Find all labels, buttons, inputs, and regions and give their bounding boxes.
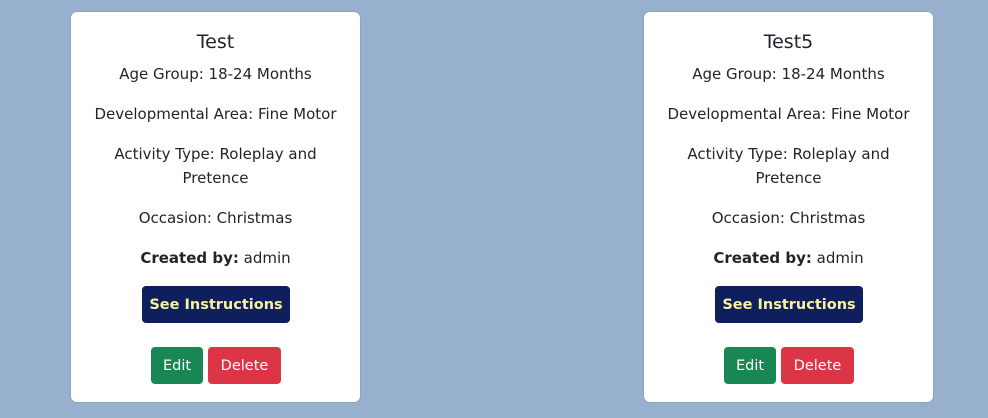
created-by-label: Created by: [713,249,812,267]
edit-button[interactable]: Edit [151,347,203,384]
edit-button[interactable]: Edit [724,347,776,384]
see-instructions-button[interactable]: See Instructions [715,286,863,323]
created-by: Created by: admin [89,246,342,270]
occasion: Occasion: Christmas [138,209,293,227]
created-by: Created by: admin [662,246,915,270]
activity-card: Test Age Group: 18-24 Months Development… [71,12,360,402]
created-by-value: admin [811,249,864,267]
delete-button[interactable]: Delete [208,347,281,384]
activity-type: Activity Type: Roleplay and Pretence [687,145,890,187]
age-group: Age Group: 18-24 Months [692,65,885,83]
occasion: Occasion: Christmas [711,209,866,227]
activity-card: Test5 Age Group: 18-24 Months Developmen… [644,12,933,402]
developmental-area: Developmental Area: Fine Motor [94,105,337,123]
created-by-value: admin [238,249,291,267]
see-instructions-button[interactable]: See Instructions [142,286,290,323]
delete-button[interactable]: Delete [781,347,854,384]
card-title: Test [196,31,235,53]
age-group: Age Group: 18-24 Months [119,65,312,83]
activity-type: Activity Type: Roleplay and Pretence [114,145,317,187]
created-by-label: Created by: [140,249,239,267]
card-title: Test5 [763,31,814,53]
developmental-area: Developmental Area: Fine Motor [667,105,910,123]
